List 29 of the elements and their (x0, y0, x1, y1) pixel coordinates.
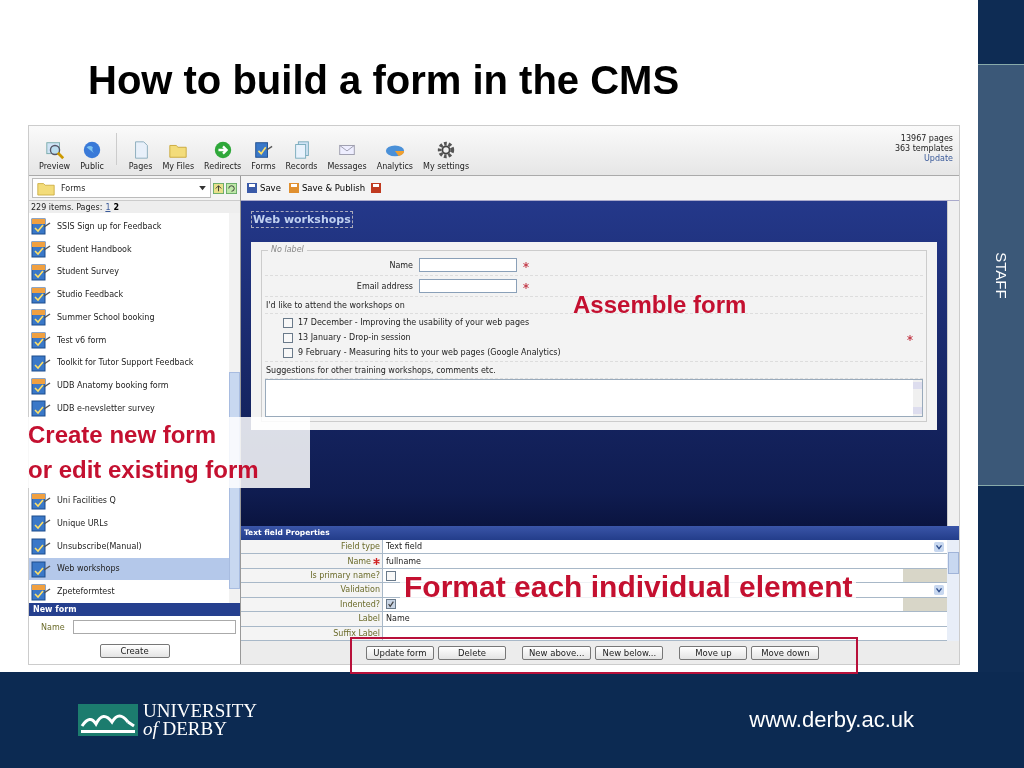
property-label: Is primary name? (310, 571, 380, 581)
logo-text: UNIVERSITY (143, 702, 257, 720)
side-label: STAFF (992, 251, 1010, 299)
fieldset-legend: No label (268, 245, 307, 254)
callout-text: Format each individual element (404, 570, 853, 603)
option-label: 17 December - Improving the usability of your web pages (298, 318, 530, 327)
question-text: I'd like to attend the workshops on (266, 300, 405, 310)
property-label: Indented? (340, 599, 380, 609)
option-label: 9 February - Measuring hits to your web pages (Google Analytics) (298, 348, 561, 357)
stat-text: 363 templates (894, 143, 953, 154)
callout-text: Create new form (28, 422, 217, 447)
callout-text: Assemble form (573, 293, 747, 317)
property-label: Validation (340, 585, 380, 595)
panel-header: New form (29, 603, 240, 616)
stat-text: 13967 pages (900, 133, 953, 144)
property-label: Label (358, 614, 380, 624)
callout-text: or edit existing form (28, 458, 259, 483)
website-url: www.derby.ac.uk (749, 707, 914, 733)
property-label: Suffix Label (333, 628, 380, 638)
field-label: Email address (355, 281, 413, 291)
field-label: Name (41, 622, 65, 632)
slide-title: How to build a form in the CMS (87, 57, 681, 104)
logo-text: of DERBY (143, 720, 228, 738)
question-text: Suggestions for other training workshops, comments etc. (266, 365, 496, 375)
property-label: Field type (341, 542, 380, 552)
item-count: 229 items. Pages: (31, 202, 103, 212)
field-label: Name (388, 260, 413, 270)
property-label: Name (347, 556, 371, 566)
option-label: 13 January - Drop-in session (298, 333, 411, 342)
